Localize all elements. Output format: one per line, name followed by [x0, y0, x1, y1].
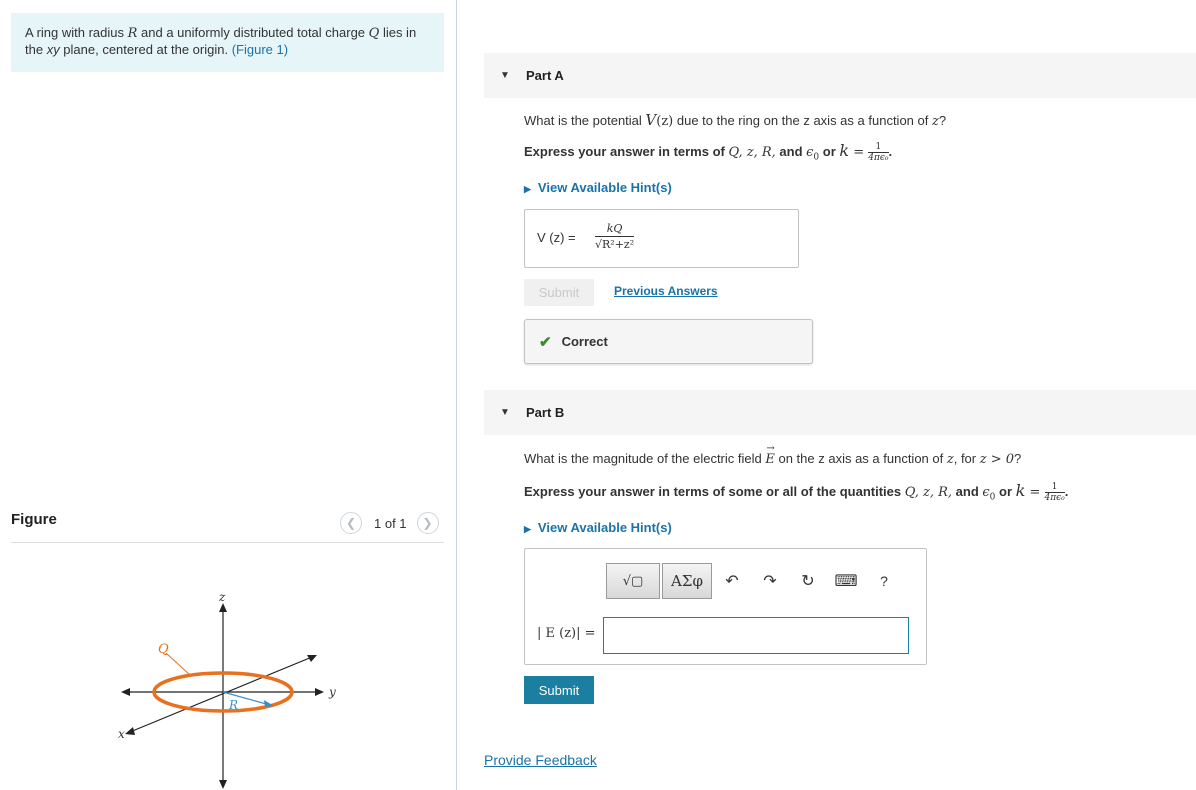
x-axis [129, 656, 313, 733]
collapse-triangle-icon[interactable]: ▼ [500, 70, 526, 81]
equation-label: | E (z)| = [537, 626, 596, 641]
z-axis-arrow-up [219, 603, 227, 612]
figure-link[interactable]: (Figure 1) [232, 42, 288, 57]
radius-label: R [228, 698, 238, 712]
y-axis-arrow-right [315, 688, 324, 696]
part-a-submit-button[interactable]: Submit [524, 279, 594, 306]
x-label: x [118, 727, 125, 741]
part-a-answer-display: V (z) = kQ √R²+z² [524, 209, 799, 268]
part-b-label: Part B [526, 405, 565, 420]
part-b-hint-toggle[interactable]: ▶ View Available Hint(s) [524, 520, 672, 535]
pane-divider [456, 0, 457, 790]
answer-input[interactable] [603, 617, 909, 654]
k-fraction: 1 4πϵ₀ [1044, 482, 1065, 504]
help-icon[interactable]: ? [866, 573, 902, 589]
previous-answers-link[interactable]: Previous Answers [614, 284, 718, 298]
left-pane: A ring with radius R and a uniformly dis… [0, 0, 457, 790]
ring-figure: z y x Q R [118, 590, 336, 789]
provide-feedback-link[interactable]: Provide Feedback [484, 752, 597, 768]
part-b-question: What is the magnitude of the electric fi… [524, 443, 1022, 467]
redo-icon[interactable]: ↷ [752, 571, 788, 591]
keyboard-icon[interactable]: ⌨ [828, 571, 864, 591]
greek-symbols-button[interactable]: ΑΣφ [662, 563, 712, 599]
figure-navigation: ❮ 1 of 1 ❯ [340, 512, 439, 534]
figure-divider [11, 542, 444, 543]
collapse-triangle-icon[interactable]: ▼ [500, 407, 526, 418]
part-a-express: Express your answer in terms of Q, z, R,… [524, 141, 893, 164]
figure-title: Figure [11, 511, 57, 528]
part-a-label: Part A [526, 68, 564, 83]
part-a-hint-toggle[interactable]: ▶ View Available Hint(s) [524, 180, 672, 195]
z-axis-arrow-down [219, 780, 227, 789]
part-b-submit-button[interactable]: Submit [524, 676, 594, 704]
y-axis-arrow-left [121, 688, 130, 696]
problem-intro: A ring with radius R and a uniformly dis… [11, 13, 444, 72]
expand-triangle-icon: ▶ [524, 524, 531, 534]
part-b-header[interactable]: ▼ Part B [484, 390, 1196, 435]
x-axis-arrow-front [125, 727, 135, 735]
e-vector: → E [765, 443, 775, 467]
z-label: z [218, 590, 226, 604]
math-toolbar: √▢ ΑΣφ ↶ ↷ ↻ ⌨ ? [606, 563, 902, 599]
correct-feedback: ✔ Correct [524, 319, 813, 364]
chevron-left-icon[interactable]: ❮ [340, 512, 362, 534]
check-icon: ✔ [539, 333, 552, 351]
undo-icon[interactable]: ↶ [714, 571, 750, 591]
figure-counter: 1 of 1 [374, 515, 407, 531]
k-fraction: 1 4πϵ₀ [868, 142, 889, 164]
templates-button[interactable]: √▢ [606, 563, 660, 599]
answer-lhs: V (z) = [537, 230, 576, 245]
part-b-answer-editor: √▢ ΑΣφ ↶ ↷ ↻ ⌨ ? | E (z)| = [524, 548, 927, 665]
chevron-right-icon[interactable]: ❯ [416, 512, 439, 534]
part-a-question: What is the potential V(z) due to the ri… [524, 111, 947, 129]
y-label: y [328, 685, 336, 699]
expand-triangle-icon: ▶ [524, 184, 531, 194]
reset-icon[interactable]: ↻ [790, 571, 826, 591]
charge-pointer [165, 652, 191, 676]
part-b-express: Express your answer in terms of some or … [524, 481, 1069, 504]
answer-fraction: kQ √R²+z² [595, 222, 635, 251]
charge-label: Q [158, 642, 169, 657]
part-a-header[interactable]: ▼ Part A [484, 53, 1196, 98]
